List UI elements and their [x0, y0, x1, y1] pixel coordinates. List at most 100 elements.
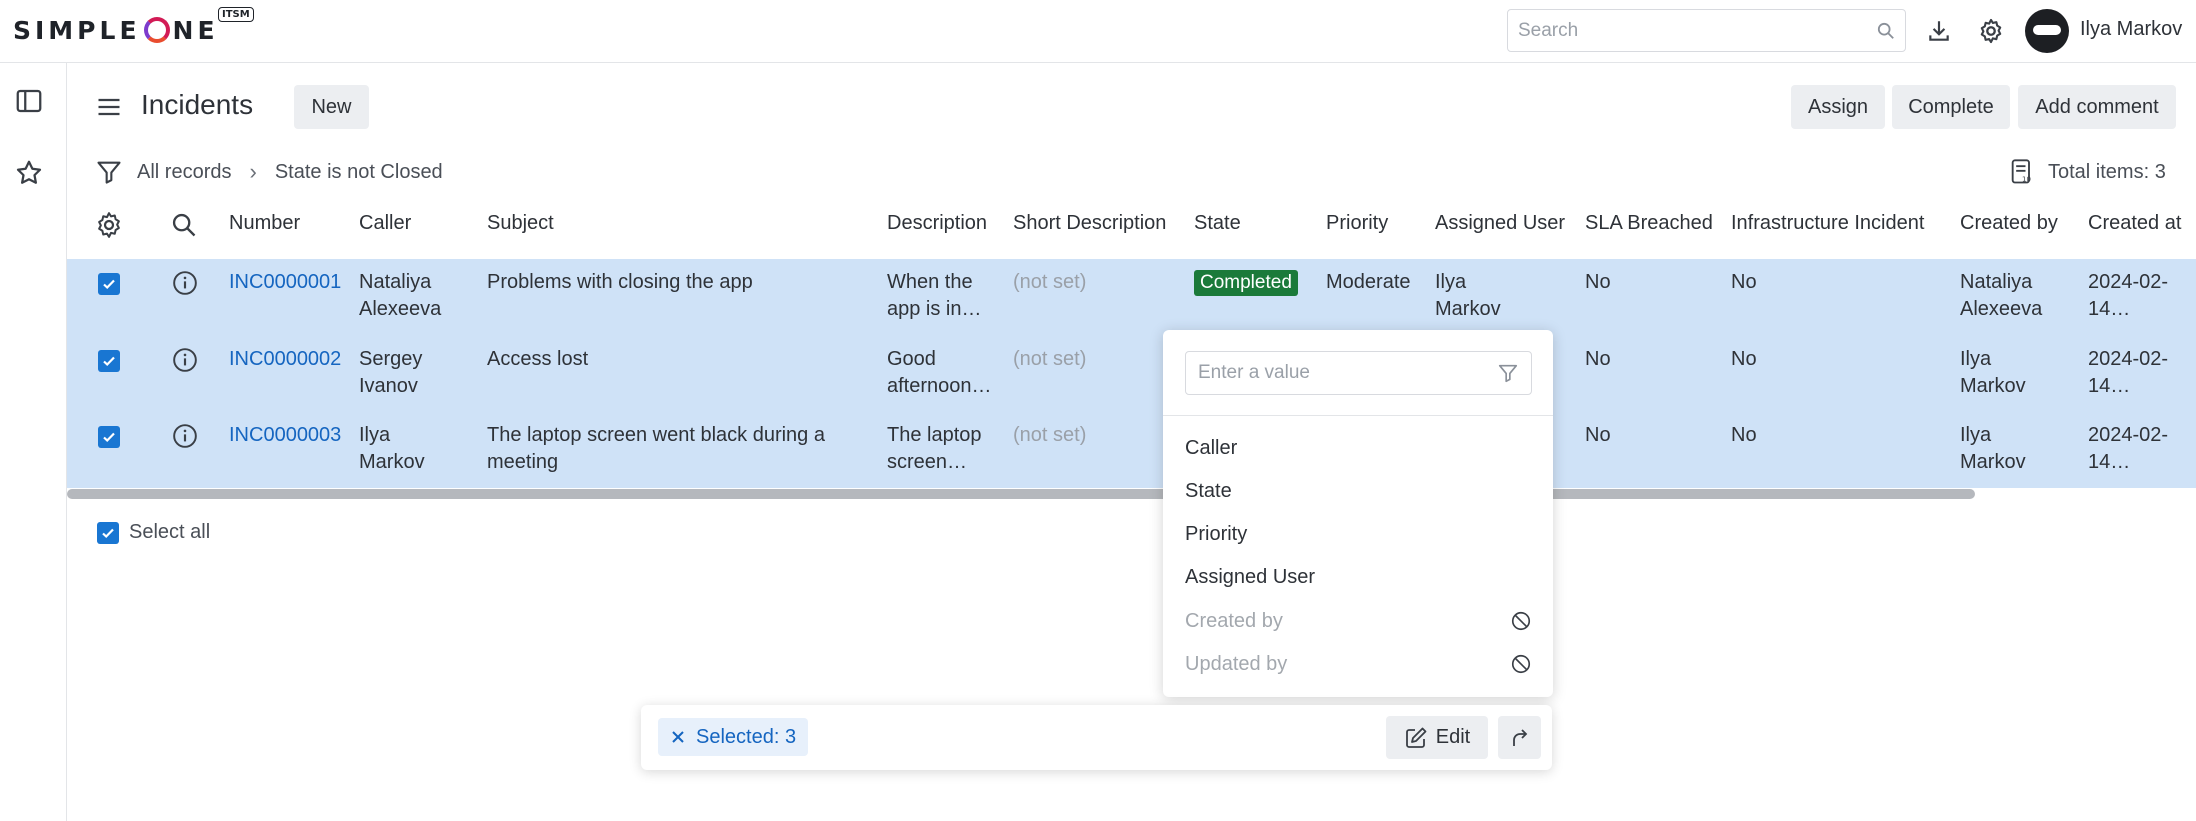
- cell-description: Good afternoon…: [887, 348, 992, 397]
- dropdown-item-priority[interactable]: Priority: [1185, 519, 1532, 549]
- column-header-number[interactable]: Number: [229, 212, 300, 235]
- row-checkbox[interactable]: [98, 273, 120, 295]
- info-icon[interactable]: [172, 347, 198, 373]
- search-input[interactable]: [1518, 19, 1877, 42]
- favorites-star-icon[interactable]: [13, 157, 45, 189]
- cell-description: When the app is in…: [887, 271, 982, 320]
- row-checkbox[interactable]: [98, 426, 120, 448]
- dropdown-item-assigned-user[interactable]: Assigned User: [1185, 562, 1532, 592]
- cell-assigned-user: Ilya Markov: [1435, 271, 1501, 320]
- column-header-sla-breached[interactable]: SLA Breached: [1585, 212, 1713, 235]
- cell-created-at: 2024-02- 14…: [2088, 424, 2169, 473]
- cell-infrastructure-incident: No: [1731, 271, 1757, 293]
- total-items-label: Total items: 3: [2048, 160, 2166, 183]
- cell-created-at: 2024-02- 14…: [2088, 348, 2169, 397]
- cell-short-description: (not set): [1013, 348, 1087, 370]
- checkmark-icon: [103, 279, 115, 290]
- cell-priority: Moderate: [1326, 271, 1411, 293]
- global-search[interactable]: [1507, 9, 1906, 52]
- dropdown-item-caller[interactable]: Caller: [1185, 433, 1532, 463]
- cell-subject: Problems with closing the app: [487, 271, 753, 293]
- list-count-icon: 10: [2011, 159, 2031, 184]
- horizontal-scrollbar[interactable]: [67, 489, 1975, 499]
- dropdown-item-updated-by: Updated by: [1185, 649, 1532, 679]
- select-all-checkbox[interactable]: [97, 521, 119, 544]
- select-all[interactable]: Select all: [97, 521, 210, 544]
- cell-description: The laptop screen…: [887, 424, 982, 473]
- app-logo[interactable]: SIMPLE NE ITSM: [13, 7, 254, 47]
- arrow-up-curve-icon: [1512, 728, 1527, 746]
- cell-number[interactable]: INC0000001: [229, 269, 341, 296]
- cell-caller: Sergey Ivanov: [359, 348, 423, 397]
- not-allowed-icon: [1511, 654, 1531, 674]
- column-settings-icon[interactable]: [94, 210, 124, 240]
- column-header-priority[interactable]: Priority: [1326, 212, 1388, 235]
- assign-button[interactable]: Assign: [1791, 85, 1885, 129]
- cell-caller: Ilya Markov: [359, 424, 425, 473]
- add-comment-button[interactable]: Add comment: [2018, 85, 2176, 129]
- cell-sla-breached: No: [1585, 348, 1611, 370]
- cell-sla-breached: No: [1585, 271, 1611, 293]
- user-name[interactable]: Ilya Markov: [2080, 18, 2182, 41]
- close-icon[interactable]: [670, 729, 686, 745]
- cell-sla-breached: No: [1585, 424, 1611, 446]
- complete-button[interactable]: Complete: [1892, 85, 2010, 129]
- edit-button[interactable]: Edit: [1386, 716, 1488, 759]
- breadcrumb-all-records[interactable]: All records: [137, 161, 231, 184]
- info-icon[interactable]: [172, 423, 198, 449]
- checkmark-icon: [103, 432, 115, 443]
- filter-icon[interactable]: [1497, 362, 1519, 384]
- filter-icon[interactable]: [95, 158, 123, 186]
- selected-count-chip[interactable]: Selected: 3: [658, 718, 809, 756]
- search-icon[interactable]: [1877, 22, 1895, 40]
- column-header-description[interactable]: Description: [887, 212, 987, 235]
- cell-created-by: Nataliya Alexeeva: [1960, 271, 2043, 320]
- column-header-created-by[interactable]: Created by: [1960, 212, 2058, 235]
- left-rail: [0, 63, 67, 821]
- not-allowed-icon: [1511, 611, 1531, 631]
- breadcrumb: All records › State is not Closed: [95, 157, 443, 187]
- chevron-right-icon: ›: [249, 159, 257, 184]
- column-header-subject[interactable]: Subject: [487, 212, 554, 235]
- cell-created-by: Ilya Markov: [1960, 424, 2026, 473]
- breadcrumb-condition[interactable]: State is not Closed: [275, 161, 443, 184]
- cell-short-description: (not set): [1013, 271, 1087, 293]
- sidebar-toggle-icon[interactable]: [13, 85, 45, 117]
- cell-created-at: 2024-02- 14…: [2088, 271, 2169, 320]
- column-filter-dropdown: Caller State Priority Assigned User Crea…: [1163, 330, 1553, 697]
- column-header-created-at[interactable]: Created at: [2088, 212, 2181, 235]
- more-actions-button[interactable]: [1498, 716, 1541, 759]
- logo-ring-icon: [143, 17, 170, 43]
- table-search-icon[interactable]: [170, 211, 198, 239]
- column-header-caller[interactable]: Caller: [359, 212, 411, 235]
- settings-gear-icon[interactable]: [1975, 15, 2007, 47]
- user-avatar[interactable]: [2025, 9, 2069, 53]
- hamburger-menu-icon[interactable]: [95, 93, 123, 121]
- page-title: Incidents: [141, 89, 254, 120]
- select-all-label[interactable]: Select all: [129, 521, 210, 544]
- new-button[interactable]: New: [294, 85, 369, 129]
- cell-subject: Access lost: [487, 348, 589, 370]
- column-header-infrastructure-incident[interactable]: Infrastructure Incident: [1731, 212, 1924, 235]
- column-header-assigned-user[interactable]: Assigned User: [1435, 212, 1565, 235]
- column-header-state[interactable]: State: [1194, 212, 1241, 235]
- dropdown-divider: [1163, 415, 1553, 416]
- state-badge: Completed: [1194, 270, 1298, 296]
- cell-number[interactable]: INC0000002: [229, 346, 341, 373]
- cell-number[interactable]: INC0000003: [229, 422, 341, 449]
- column-header-short-description[interactable]: Short Description: [1013, 212, 1166, 235]
- dropdown-filter-input[interactable]: [1198, 362, 1497, 384]
- selected-count-label: Selected: 3: [696, 725, 797, 748]
- total-items: 10 Total items: 3: [2010, 157, 2166, 187]
- checkmark-icon: [103, 356, 115, 367]
- logo-badge: ITSM: [218, 7, 254, 22]
- info-icon[interactable]: [172, 270, 198, 296]
- checkmark-icon: [102, 528, 114, 538]
- download-icon[interactable]: [1923, 15, 1955, 47]
- cell-subject: The laptop screen went black during a mee…: [487, 424, 825, 473]
- bulk-action-bar: Selected: 3 Edit: [641, 705, 1552, 770]
- dropdown-item-state[interactable]: State: [1185, 476, 1532, 506]
- svg-text:10: 10: [2022, 175, 2031, 183]
- dropdown-filter-field[interactable]: [1185, 351, 1532, 395]
- row-checkbox[interactable]: [98, 350, 120, 372]
